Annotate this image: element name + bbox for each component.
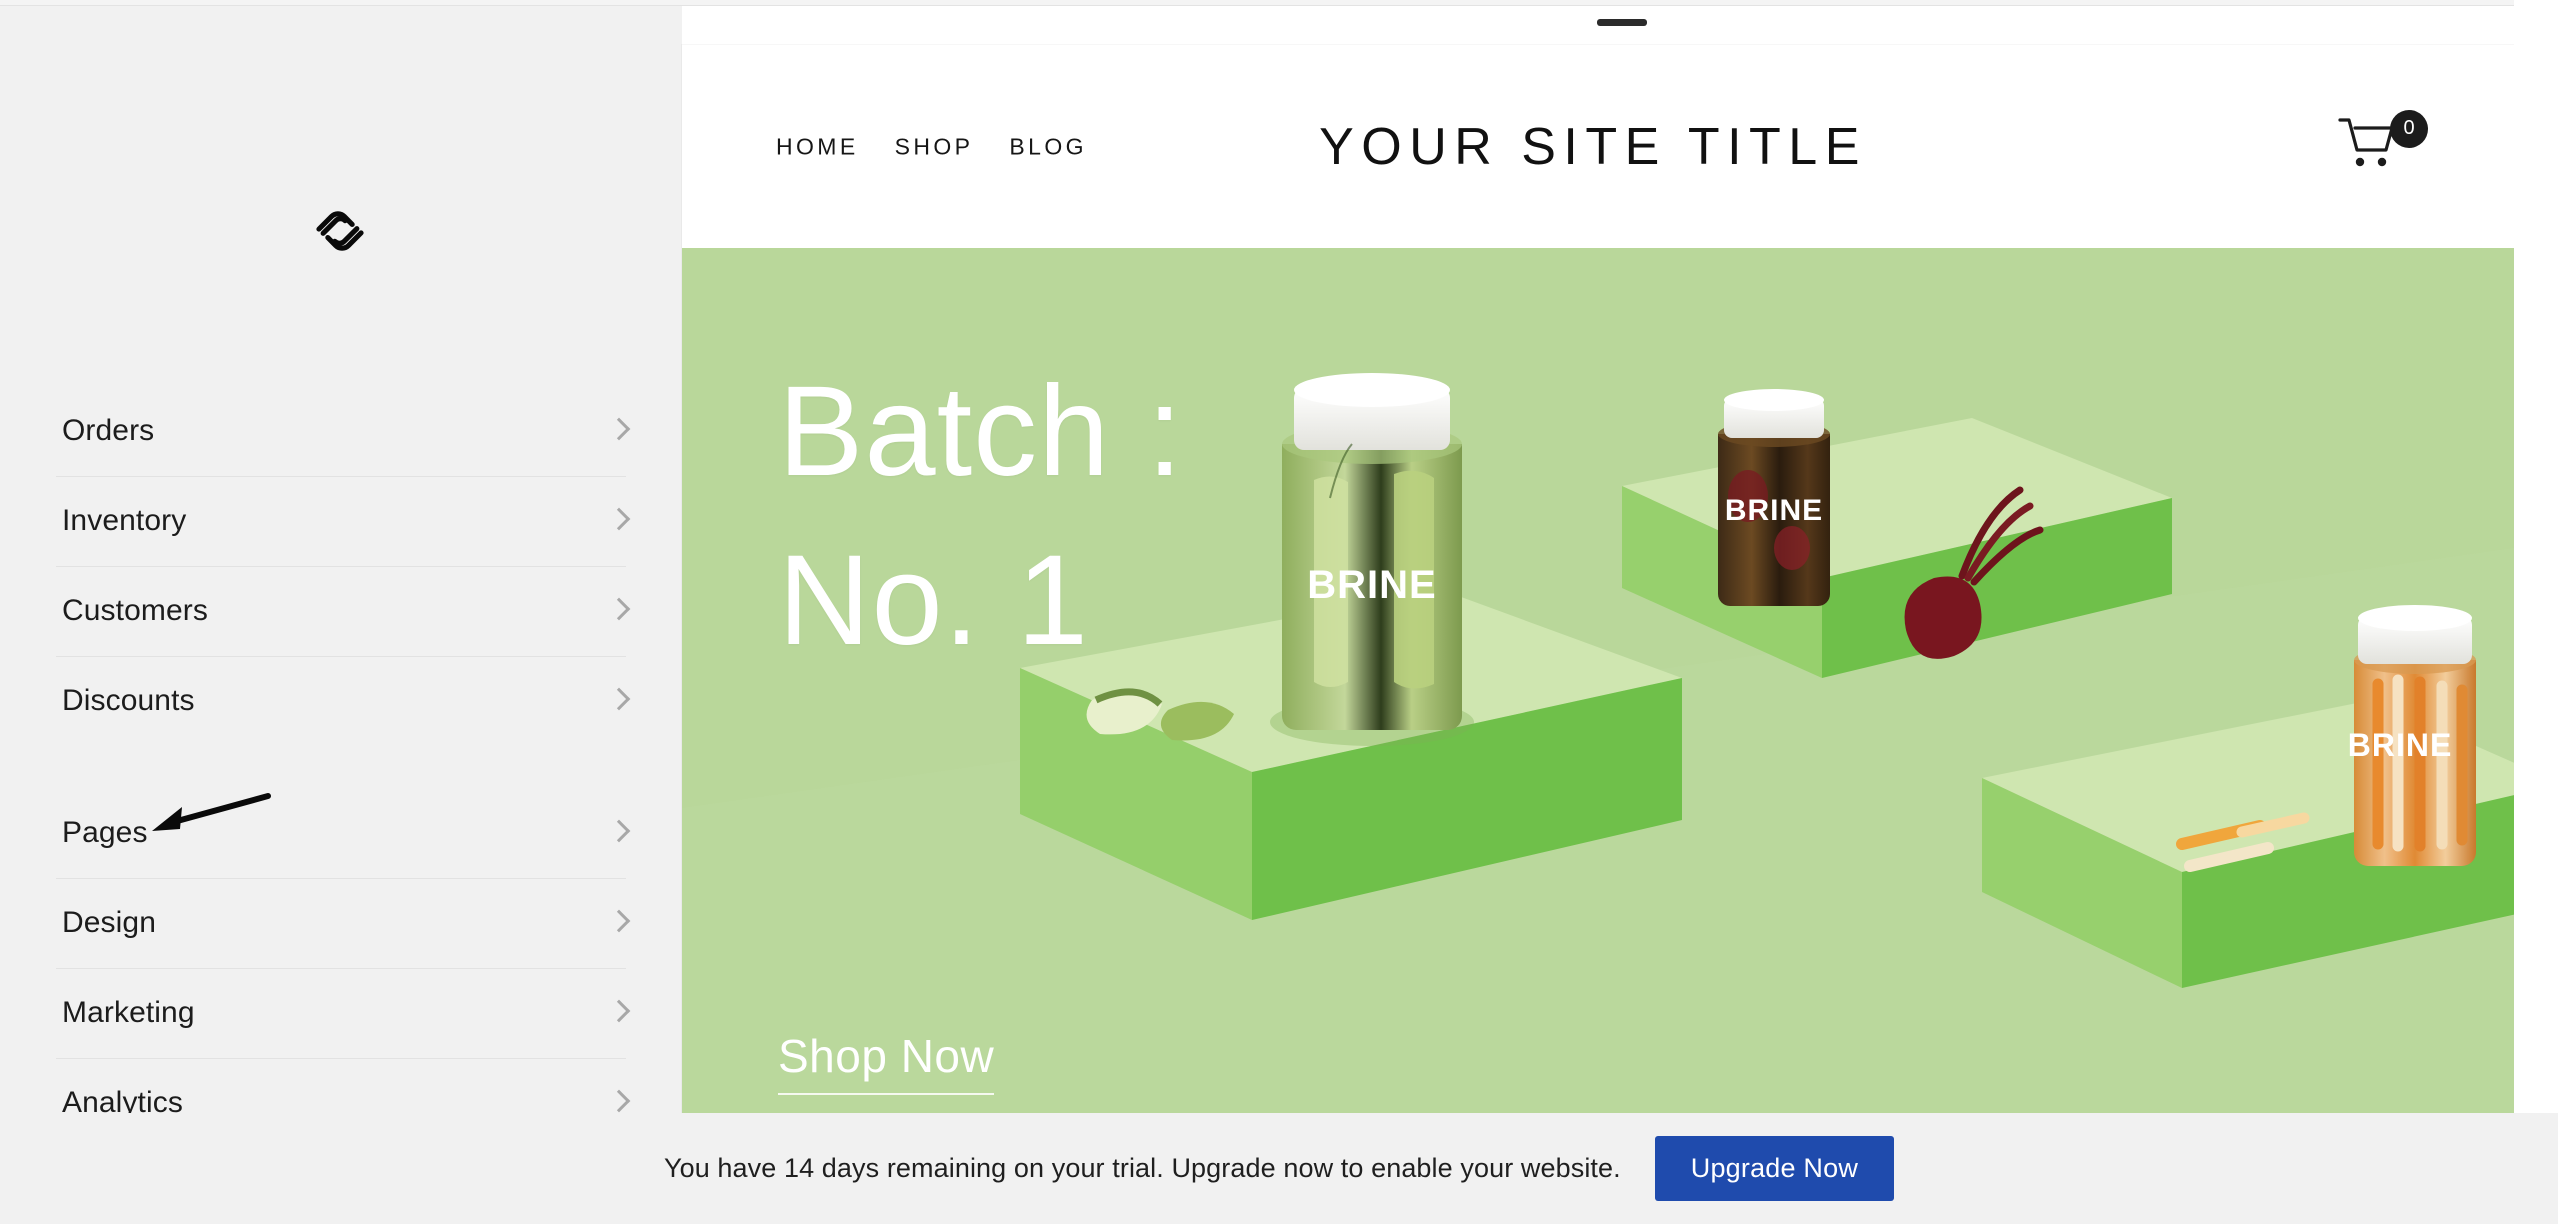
sidebar-item-discounts[interactable]: Discounts (0, 656, 682, 746)
site-header: HOME SHOP BLOG YOUR SITE TITLE 0 (682, 45, 2514, 248)
sidebar-item-label: Inventory (62, 504, 187, 537)
product-jar-beets: BRINE (1718, 389, 1830, 606)
trial-banner: You have 14 days remaining on your trial… (0, 1113, 2558, 1224)
squarespace-logo[interactable] (305, 196, 375, 266)
hero-banner: BRINE BRINE BRINE Batch: No. 1 Shop Now (682, 248, 2514, 1113)
admin-sidebar: Orders Inventory Customers Discounts Pag… (0, 6, 682, 1224)
sidebar-item-design[interactable]: Design (0, 878, 682, 968)
cart-count-badge: 0 (2390, 109, 2428, 148)
hero-heading: Batch : No. 1 (778, 348, 1183, 686)
sidebar-nav-group-website: Pages Design Marketing Analytics (0, 788, 682, 1148)
sidebar-item-label: Design (62, 906, 156, 939)
svg-text:BRINE: BRINE (1307, 563, 1436, 607)
site-preview-panel: HOME SHOP BLOG YOUR SITE TITLE 0 BRINE B… (682, 45, 2514, 1113)
sidebar-item-orders[interactable]: Orders (0, 386, 682, 476)
svg-text:BRINE: BRINE (1725, 494, 1823, 527)
product-jar-pickles: BRINE (1270, 373, 1474, 746)
preview-right-gutter (2514, 0, 2558, 1113)
panel-drag-handle[interactable] (1597, 19, 1647, 26)
sidebar-item-label: Discounts (62, 684, 195, 717)
site-title: YOUR SITE TITLE (1319, 117, 1867, 176)
sidebar-item-label: Orders (62, 414, 155, 447)
chevron-right-icon (610, 417, 626, 445)
hero-cta-shop-now[interactable]: Shop Now (778, 1029, 995, 1095)
chevron-right-icon (610, 507, 626, 535)
sidebar-item-pages[interactable]: Pages (0, 788, 682, 878)
chevron-right-icon (610, 819, 626, 847)
chevron-right-icon (610, 909, 626, 937)
chevron-right-icon (610, 597, 626, 625)
sidebar-nav-group-commerce: Orders Inventory Customers Discounts (0, 386, 682, 746)
hero-heading-line2: No. 1 (778, 528, 1089, 672)
chevron-right-icon (610, 999, 626, 1027)
svg-text:BRINE: BRINE (2348, 727, 2453, 763)
sidebar-item-label: Marketing (62, 996, 195, 1029)
app-root: Orders Inventory Customers Discounts Pag… (0, 0, 2558, 1224)
upgrade-now-button[interactable]: Upgrade Now (1654, 1136, 1895, 1201)
sidebar-item-customers[interactable]: Customers (0, 566, 682, 656)
chevron-right-icon (610, 687, 626, 715)
cart-button[interactable]: 0 (2338, 109, 2428, 182)
sidebar-item-label: Pages (62, 816, 148, 849)
product-jar-carrots: BRINE (2348, 605, 2476, 866)
hero-heading-line1: Batch : (778, 360, 1184, 503)
sidebar-item-marketing[interactable]: Marketing (0, 968, 682, 1058)
sidebar-item-label: Customers (62, 594, 208, 627)
sidebar-item-inventory[interactable]: Inventory (0, 476, 682, 566)
trial-message: You have 14 days remaining on your trial… (663, 1153, 1621, 1183)
